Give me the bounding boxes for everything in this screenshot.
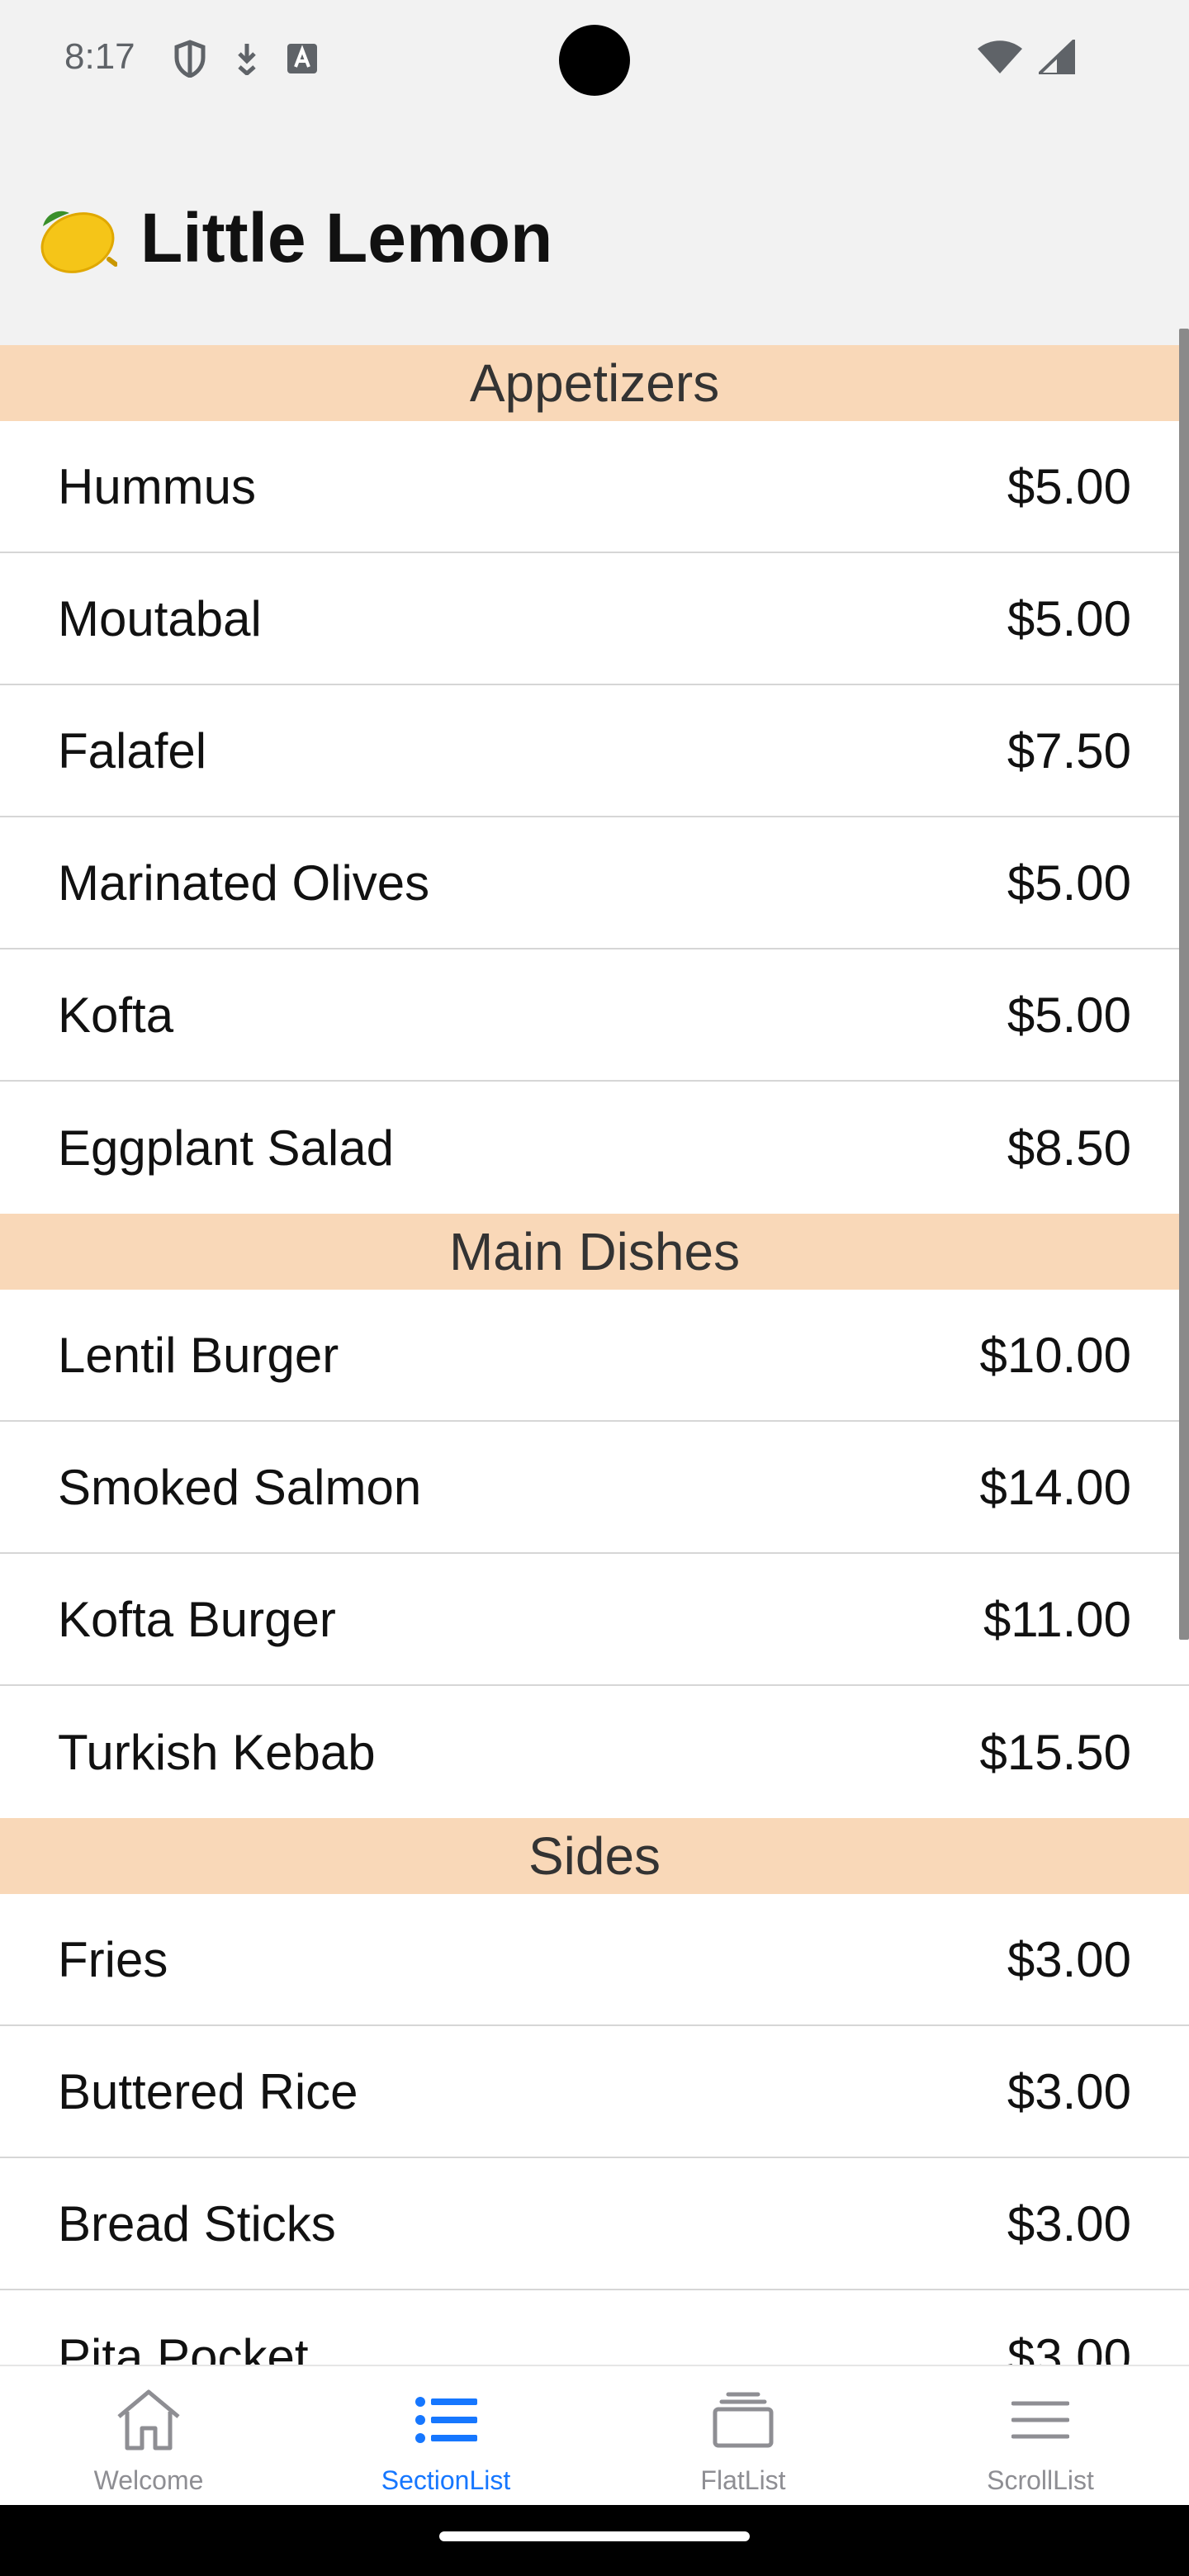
status-icons-right (978, 36, 1077, 78)
text-a-icon (287, 44, 317, 73)
shield-icon (173, 40, 206, 78)
tab-label: Welcome (93, 2465, 204, 2495)
menu-item-name: Kofta (58, 987, 174, 1043)
home-icon (111, 2383, 186, 2457)
menu-item-price: $3.00 (1007, 2195, 1131, 2252)
menu-item-row[interactable]: Hummus $5.00 (0, 421, 1189, 553)
menu-item-name: Falafel (58, 722, 207, 779)
list-icon (409, 2383, 483, 2457)
menu-item-row[interactable]: Bread Sticks $3.00 (0, 2158, 1189, 2290)
status-bar: 8:17 (0, 0, 1189, 124)
menu-item-row[interactable]: Kofta Burger $11.00 (0, 1554, 1189, 1686)
tab-label: FlatList (700, 2465, 786, 2495)
app-header: Little Lemon (0, 124, 1189, 345)
menu-item-name: Smoked Salmon (58, 1459, 422, 1515)
menu-item-name: Turkish Kebab (58, 1724, 376, 1780)
menu-item-price: $5.00 (1007, 458, 1131, 514)
menu-lines-icon (1003, 2383, 1078, 2457)
menu-item-row[interactable]: Buttered Rice $3.00 (0, 2026, 1189, 2158)
tab-sectionlist[interactable]: SectionList (297, 2366, 594, 2505)
menu-item-row[interactable]: Marinated Olives $5.00 (0, 817, 1189, 949)
section-header: Main Dishes (0, 1214, 1189, 1290)
menu-item-name: Kofta Burger (58, 1591, 336, 1647)
menu-item-price: $3.00 (1007, 1931, 1131, 1987)
menu-item-price: $3.00 (1007, 2063, 1131, 2119)
menu-item-price: $8.50 (1007, 1120, 1131, 1176)
tab-label: ScrollList (987, 2465, 1094, 2495)
stack-icon (706, 2383, 780, 2457)
section-header: Appetizers (0, 345, 1189, 421)
menu-item-name: Bread Sticks (58, 2195, 336, 2252)
menu-item-row[interactable]: Falafel $7.50 (0, 685, 1189, 817)
camera-cutout (559, 25, 630, 96)
gesture-handle[interactable] (439, 2531, 750, 2541)
menu-item-row[interactable]: Turkish Kebab $15.50 (0, 1686, 1189, 1818)
menu-item-price: $5.00 (1007, 590, 1131, 646)
bottom-tab-bar: Welcome SectionList FlatList ScrollList (0, 2365, 1189, 2505)
wifi-icon (978, 40, 1022, 78)
menu-section-list[interactable]: Appetizers Hummus $5.00 Moutabal $5.00 Falafe… (0, 345, 1189, 2365)
scrollbar[interactable] (1179, 329, 1189, 1640)
menu-item-price: $15.50 (979, 1724, 1131, 1780)
menu-item-price: $3.00 (1007, 2328, 1131, 2365)
download-icon (234, 42, 259, 75)
header-title-row: Little Lemon (31, 198, 552, 278)
status-icons-left (173, 40, 317, 78)
menu-item-row[interactable]: Kofta $5.00 (0, 949, 1189, 1082)
section-header: Sides (0, 1818, 1189, 1894)
menu-item-row[interactable]: Pita Pocket $3.00 (0, 2290, 1189, 2365)
menu-item-row[interactable]: Lentil Burger $10.00 (0, 1290, 1189, 1422)
lemon-icon (31, 201, 118, 276)
tab-label: SectionList (381, 2465, 511, 2495)
menu-item-row[interactable]: Fries $3.00 (0, 1894, 1189, 2026)
menu-item-row[interactable]: Moutabal $5.00 (0, 553, 1189, 685)
menu-item-row[interactable]: Smoked Salmon $14.00 (0, 1422, 1189, 1554)
tab-flatlist[interactable]: FlatList (594, 2366, 892, 2505)
menu-item-price: $5.00 (1007, 855, 1131, 911)
menu-item-name: Hummus (58, 458, 257, 514)
tab-welcome[interactable]: Welcome (0, 2366, 297, 2505)
status-time: 8:17 (64, 36, 135, 77)
signal-icon (1035, 36, 1077, 78)
menu-item-row[interactable]: Eggplant Salad $8.50 (0, 1082, 1189, 1214)
menu-item-price: $7.50 (1007, 722, 1131, 779)
gesture-nav-bar (0, 2505, 1189, 2576)
menu-item-price: $11.00 (983, 1591, 1131, 1647)
menu-item-price: $14.00 (979, 1459, 1131, 1515)
menu-item-name: Fries (58, 1931, 168, 1987)
menu-item-name: Pita Pocket (58, 2328, 309, 2365)
menu-item-price: $10.00 (979, 1327, 1131, 1383)
menu-item-name: Moutabal (58, 590, 262, 646)
tab-scrolllist[interactable]: ScrollList (892, 2366, 1189, 2505)
menu-item-name: Buttered Rice (58, 2063, 358, 2119)
menu-item-name: Marinated Olives (58, 855, 430, 911)
app-title: Little Lemon (140, 199, 553, 277)
menu-item-price: $5.00 (1007, 987, 1131, 1043)
menu-item-name: Lentil Burger (58, 1327, 339, 1383)
menu-item-name: Eggplant Salad (58, 1120, 394, 1176)
